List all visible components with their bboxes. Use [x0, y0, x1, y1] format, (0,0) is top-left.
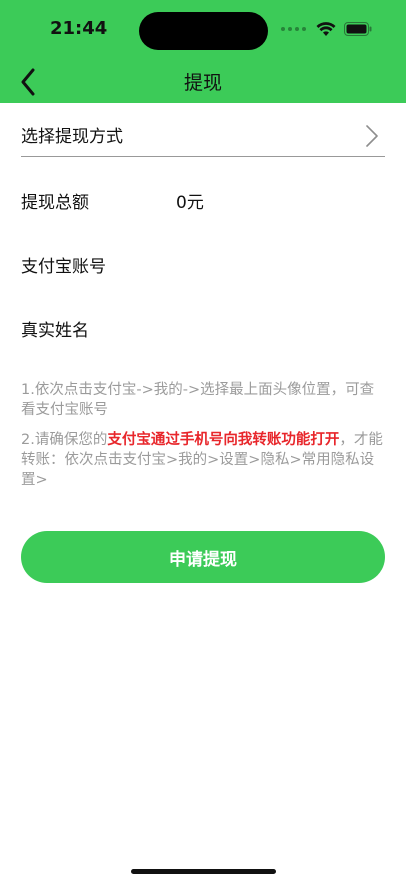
header-bar: 21:44 提现: [0, 0, 406, 103]
status-icons: [281, 21, 372, 37]
note-prefix: 2.请确保您的: [21, 432, 108, 448]
submit-withdraw-button[interactable]: 申请提现: [21, 531, 385, 583]
alipay-account-input[interactable]: [176, 252, 385, 278]
page-title: 提现: [183, 72, 222, 94]
alipay-account-label: 支付宝账号: [21, 257, 106, 277]
real-name-label: 真实姓名: [21, 321, 89, 341]
withdraw-total-row: 提现总额 0元: [21, 188, 385, 218]
withdraw-method-label: 选择提现方式: [21, 127, 123, 147]
alipay-account-row: 支付宝账号: [21, 252, 385, 282]
withdraw-total-value: 0元: [176, 193, 204, 213]
battery-icon: [344, 22, 372, 36]
withdraw-screen: 21:44 提现 选择提现方式 提现总额 0元 支付宝账号 真实姓名 1.依次点…: [0, 0, 406, 883]
note-highlight: 支付宝通过手机号向我转账功能打开: [107, 432, 340, 448]
withdraw-total-label: 提现总额: [21, 193, 89, 213]
status-time: 21:44: [50, 18, 108, 39]
signal-icon: [281, 27, 306, 31]
note-transfer-setting: 2.请确保您的支付宝通过手机号向我转账功能打开，才能转账：依次点击支付宝>我的>…: [21, 430, 387, 490]
dynamic-island: [139, 12, 268, 50]
real-name-row: 真实姓名: [21, 316, 385, 346]
withdraw-method-selector[interactable]: 选择提现方式: [21, 114, 385, 157]
chevron-right-icon: [366, 125, 378, 147]
real-name-input[interactable]: [176, 316, 385, 342]
home-indicator: [131, 869, 276, 874]
note-alipay-account: 1.依次点击支付宝->我的->选择最上面头像位置，可查看支付宝账号: [21, 382, 375, 418]
wifi-icon: [316, 22, 336, 36]
